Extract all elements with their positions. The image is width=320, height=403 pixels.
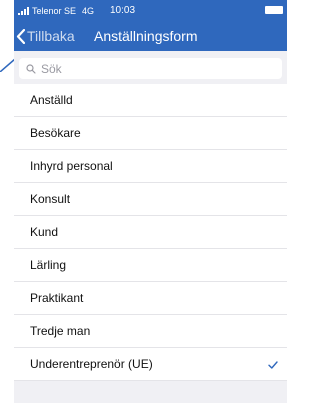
list-item[interactable]: Inhyrd personal bbox=[14, 150, 287, 183]
employment-type-list: Anställd Besökare Inhyrd personal Konsul… bbox=[14, 84, 287, 381]
status-time: 10:03 bbox=[110, 5, 136, 16]
list-item[interactable]: Besökare bbox=[14, 117, 287, 150]
carrier-name: Telenor SE bbox=[32, 5, 77, 16]
list-item-label: Lärling bbox=[30, 258, 67, 272]
search-field[interactable] bbox=[19, 58, 282, 79]
network-type: 4G bbox=[82, 5, 95, 16]
checkmark-icon bbox=[268, 348, 278, 381]
search-bar bbox=[14, 51, 287, 84]
list-item-label: Konsult bbox=[30, 192, 71, 206]
search-input[interactable] bbox=[41, 61, 241, 76]
back-button[interactable]: Tillbaka bbox=[16, 21, 75, 51]
signal-icon bbox=[18, 6, 29, 15]
list-item-selected[interactable]: Underentreprenör (UE) bbox=[14, 348, 287, 381]
navigation-bar: Tillbaka Anställningsform bbox=[14, 21, 287, 51]
list-item-label: Kund bbox=[30, 225, 59, 239]
list-footer bbox=[14, 381, 287, 403]
list-item[interactable]: Kund bbox=[14, 216, 287, 249]
list-item[interactable]: Praktikant bbox=[14, 282, 287, 315]
list-item[interactable]: Konsult bbox=[14, 183, 287, 216]
back-label: Tillbaka bbox=[27, 28, 75, 44]
list-item-label: Tredje man bbox=[30, 324, 91, 338]
list-item[interactable]: Lärling bbox=[14, 249, 287, 282]
list-item-label: Anställd bbox=[30, 93, 73, 107]
list-item[interactable]: Tredje man bbox=[14, 315, 287, 348]
status-bar: Telenor SE 4G 10:03 bbox=[14, 0, 287, 21]
list-item-label: Praktikant bbox=[30, 291, 84, 305]
list-item-label: Inhyrd personal bbox=[30, 159, 113, 173]
battery-icon bbox=[265, 6, 283, 14]
page-title: Anställningsform bbox=[94, 28, 198, 44]
search-icon bbox=[26, 63, 36, 74]
list-item-label: Underentreprenör (UE) bbox=[30, 357, 153, 371]
list-item[interactable]: Anställd bbox=[14, 84, 287, 117]
chevron-left-icon bbox=[16, 28, 25, 44]
phone-screen: Telenor SE 4G 10:03 Tillbaka Anställning… bbox=[14, 0, 287, 403]
list-item-label: Besökare bbox=[30, 126, 81, 140]
